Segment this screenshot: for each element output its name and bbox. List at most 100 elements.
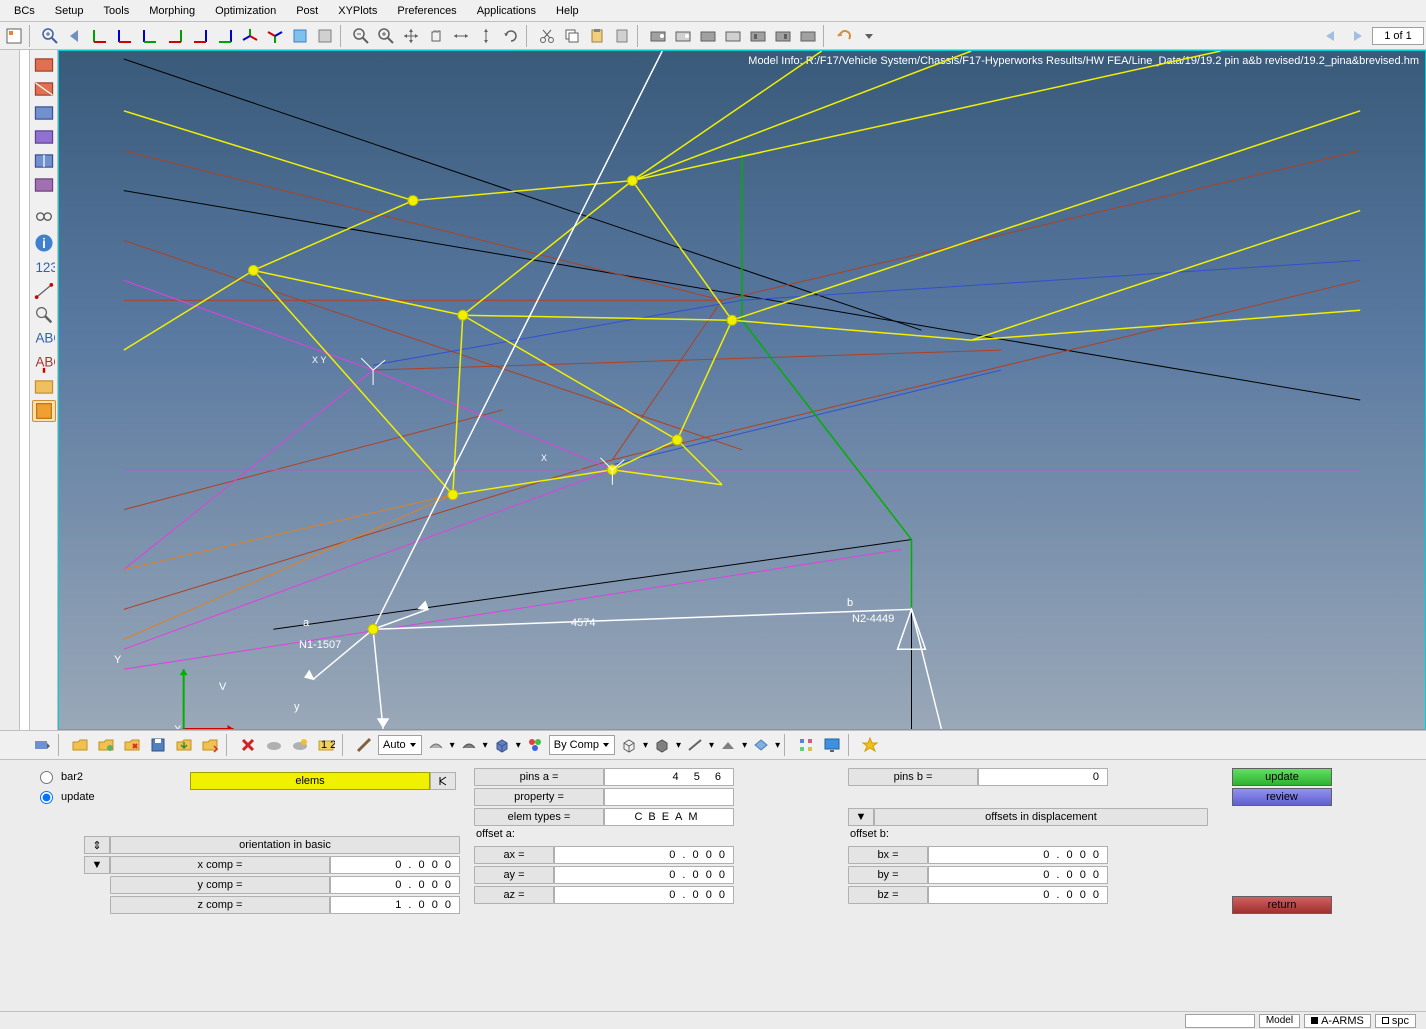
return-button[interactable]: return: [1232, 896, 1332, 914]
cap3-icon[interactable]: [696, 24, 720, 48]
elems-reset-button[interactable]: [430, 772, 456, 790]
status-spc[interactable]: spc: [1375, 1014, 1416, 1028]
cap5-icon[interactable]: [746, 24, 770, 48]
fit-sel-icon[interactable]: [313, 24, 337, 48]
menu-post[interactable]: Post: [286, 2, 328, 20]
auto-combo[interactable]: Auto: [378, 735, 422, 755]
cap7-icon[interactable]: [796, 24, 820, 48]
orientation-updown[interactable]: ⇕: [84, 836, 110, 854]
find-icon[interactable]: [32, 208, 56, 230]
orientation-dd[interactable]: ▼: [84, 856, 110, 874]
grid4-icon[interactable]: [32, 174, 56, 196]
cut-icon[interactable]: [535, 24, 559, 48]
bz-input[interactable]: 0 . 0 0 0: [928, 886, 1108, 904]
grid1-icon[interactable]: [32, 102, 56, 124]
radio-bar2[interactable]: [40, 771, 53, 784]
favorite-icon[interactable]: [858, 733, 882, 757]
view-rxy-icon[interactable]: [163, 24, 187, 48]
menu-bcs[interactable]: BCs: [4, 2, 45, 20]
shade1-icon[interactable]: [424, 733, 448, 757]
view-yz-icon[interactable]: [138, 24, 162, 48]
zoom-out-icon[interactable]: [349, 24, 373, 48]
mask-icon[interactable]: [32, 54, 56, 76]
view-ryz-icon[interactable]: [213, 24, 237, 48]
undo-icon[interactable]: [832, 24, 856, 48]
delete-icon[interactable]: [236, 733, 260, 757]
current-panel-icon[interactable]: [32, 400, 56, 422]
menu-setup[interactable]: Setup: [45, 2, 94, 20]
view-xy-icon[interactable]: [88, 24, 112, 48]
transp-icon[interactable]: [749, 733, 773, 757]
menu-preferences[interactable]: Preferences: [387, 2, 466, 20]
status-comp[interactable]: A-ARMS: [1304, 1014, 1371, 1028]
abc-red-icon[interactable]: ABC: [32, 352, 56, 374]
menu-xyplots[interactable]: XYPlots: [328, 2, 387, 20]
monitor-icon[interactable]: [820, 733, 844, 757]
arrows-h-icon[interactable]: [449, 24, 473, 48]
view-rxz-icon[interactable]: [188, 24, 212, 48]
review-button[interactable]: review: [1232, 788, 1332, 806]
elemtypes-label[interactable]: elem types =: [474, 808, 604, 826]
export-icon[interactable]: [198, 733, 222, 757]
bx-input[interactable]: 0 . 0 0 0: [928, 846, 1108, 864]
shadecube-icon[interactable]: [650, 733, 674, 757]
card-icon[interactable]: 1 2: [314, 733, 338, 757]
cloud2-icon[interactable]: [288, 733, 312, 757]
arrows-v-icon[interactable]: [474, 24, 498, 48]
line-icon[interactable]: [683, 733, 707, 757]
folder3-icon[interactable]: [120, 733, 144, 757]
brush-icon[interactable]: [352, 733, 376, 757]
ax-input[interactable]: 0 . 0 0 0: [554, 846, 734, 864]
menu-tools[interactable]: Tools: [94, 2, 140, 20]
ycomp-input[interactable]: 0 . 0 0 0: [330, 876, 460, 894]
save-icon[interactable]: [146, 733, 170, 757]
zoom-in-icon[interactable]: [374, 24, 398, 48]
cap2-icon[interactable]: [671, 24, 695, 48]
cap6-icon[interactable]: [771, 24, 795, 48]
pan-icon[interactable]: [424, 24, 448, 48]
measure-icon[interactable]: [32, 280, 56, 302]
elemtypes-value[interactable]: CBEAM: [604, 808, 734, 826]
paste2-icon[interactable]: [610, 24, 634, 48]
bycomp-icon[interactable]: [523, 733, 547, 757]
grid3-icon[interactable]: [32, 150, 56, 172]
bycomp-combo[interactable]: By Comp: [549, 735, 615, 755]
unmask-icon[interactable]: [32, 78, 56, 100]
view-iso2-icon[interactable]: [263, 24, 287, 48]
menu-morphing[interactable]: Morphing: [139, 2, 205, 20]
elems-selector[interactable]: elems: [190, 772, 430, 790]
status-model[interactable]: Model: [1259, 1014, 1300, 1028]
comp-dd-icon[interactable]: [30, 733, 54, 757]
cap4-icon[interactable]: [721, 24, 745, 48]
numbers-icon[interactable]: 123: [32, 256, 56, 278]
surf-icon[interactable]: [716, 733, 740, 757]
folder2-icon[interactable]: [94, 733, 118, 757]
zcomp-input[interactable]: 1 . 0 0 0: [330, 896, 460, 914]
menu-applications[interactable]: Applications: [467, 2, 546, 20]
import-icon[interactable]: [172, 733, 196, 757]
ay-input[interactable]: 0 . 0 0 0: [554, 866, 734, 884]
grid2-icon[interactable]: [32, 126, 56, 148]
pinsb-input[interactable]: 0: [978, 768, 1108, 786]
by-input[interactable]: 0 . 0 0 0: [928, 866, 1108, 884]
menu-help[interactable]: Help: [546, 2, 589, 20]
undo-dd-icon[interactable]: [857, 24, 881, 48]
property-input[interactable]: [604, 788, 734, 806]
info-icon[interactable]: i: [32, 232, 56, 254]
shade2-icon[interactable]: [457, 733, 481, 757]
view-iso-icon[interactable]: [238, 24, 262, 48]
rotate-icon[interactable]: [499, 24, 523, 48]
copy-icon[interactable]: [560, 24, 584, 48]
folder1-icon[interactable]: [68, 733, 92, 757]
zoom-icon[interactable]: [38, 24, 62, 48]
prev-view-icon[interactable]: [63, 24, 87, 48]
pinsa-input[interactable]: 4 5 6: [604, 768, 734, 786]
update-button[interactable]: update: [1232, 768, 1332, 786]
offsets-dd[interactable]: ▼: [848, 808, 874, 826]
az-input[interactable]: 0 . 0 0 0: [554, 886, 734, 904]
property-label[interactable]: property =: [474, 788, 604, 806]
organize-icon[interactable]: [32, 376, 56, 398]
pager-prev-icon[interactable]: [1320, 27, 1342, 45]
query-icon[interactable]: [32, 304, 56, 326]
cap1-icon[interactable]: [646, 24, 670, 48]
